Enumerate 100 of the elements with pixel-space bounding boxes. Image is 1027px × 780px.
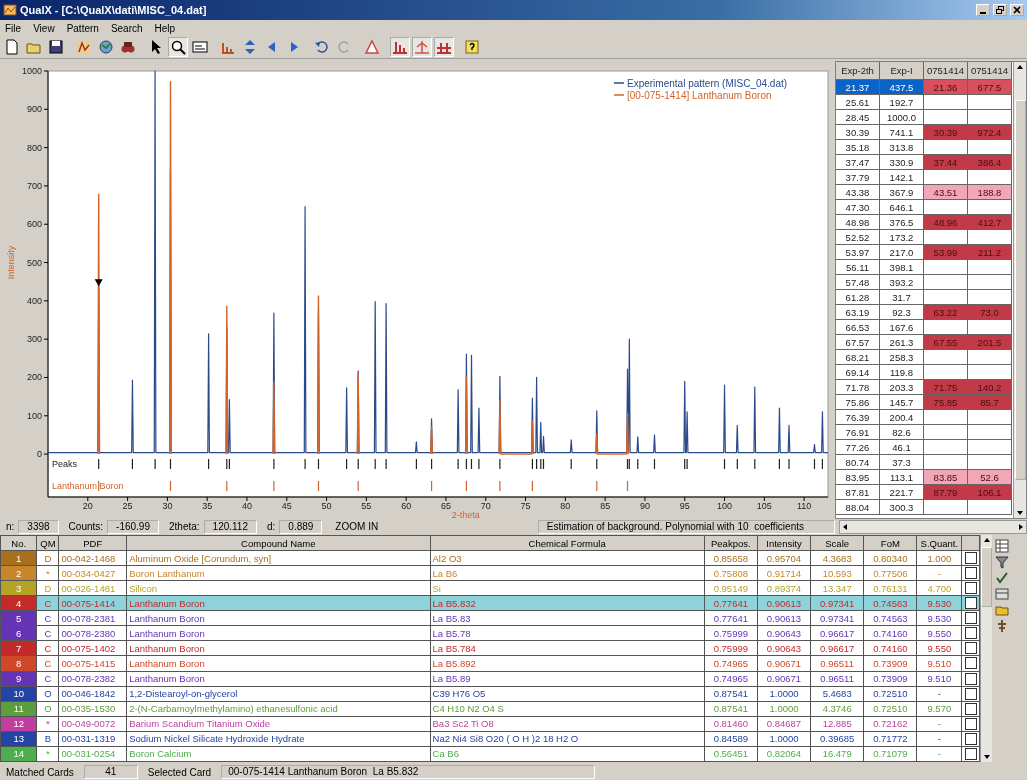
checkbox[interactable] (964, 732, 977, 745)
table-cell: 1.000 (916, 550, 962, 566)
table-cell: 0.75808 (704, 565, 758, 581)
table-cell: 437.5 (880, 80, 924, 95)
axis-tick-label: 55 (361, 501, 372, 511)
vertical-scrollbar[interactable] (980, 535, 992, 762)
zoom-button[interactable] (168, 37, 188, 57)
help-button[interactable] (462, 37, 482, 57)
table-cell: 67.57 (836, 335, 880, 350)
menu-item[interactable]: Search (110, 22, 143, 34)
peak-row-label: Peaks (52, 459, 77, 469)
table-cell: 0.91714 (757, 565, 811, 581)
table-cell (968, 95, 1012, 110)
checkbox[interactable] (964, 642, 977, 655)
column-header[interactable]: QM (37, 535, 59, 551)
column-header[interactable]: Compound Name (126, 535, 431, 551)
table-cell: 0.77641 (704, 610, 758, 626)
table-cell: 73.0 (968, 305, 1012, 320)
check-icon[interactable] (995, 571, 1009, 585)
table-cell: 2-(N-Carbamoylmethylamino) ethanesulfonic acid (126, 701, 431, 717)
checkbox[interactable] (964, 582, 977, 595)
table-cell: - (916, 686, 962, 702)
table-cell: - (916, 565, 962, 581)
y-axis-label: Intensity (6, 245, 16, 280)
column-header[interactable]: Chemical Formula (430, 535, 705, 551)
vertical-scrollbar[interactable] (1013, 62, 1026, 518)
table-cell: 0.72162 (863, 716, 917, 732)
checkbox[interactable] (964, 552, 977, 565)
pattern-icon (76, 39, 92, 55)
fit-icon (192, 39, 208, 55)
table-cell: 0.74160 (863, 625, 917, 641)
checkbox[interactable] (964, 672, 977, 685)
column-header[interactable]: Peakpos. (704, 535, 758, 551)
column-header[interactable]: S.Quant. (916, 535, 962, 551)
table-cell: 0.76131 (863, 580, 917, 596)
table-icon[interactable] (995, 587, 1009, 601)
menu-item[interactable]: View (33, 22, 55, 34)
column-header[interactable]: PDF (58, 535, 127, 551)
checkbox[interactable] (964, 612, 977, 625)
column-header[interactable]: 0751414 (968, 62, 1012, 80)
scroll-thumb[interactable] (981, 547, 992, 607)
restore-button[interactable] (993, 4, 1007, 16)
table-cell (924, 410, 968, 425)
axis-tick-label: 85 (600, 501, 611, 511)
pin-icon[interactable] (995, 619, 1009, 633)
column-header[interactable]: 0751414 (924, 62, 968, 80)
axis-tick-label: 50 (321, 501, 332, 511)
peaks-button[interactable] (412, 37, 432, 57)
horizontal-scrollbar[interactable] (839, 519, 1027, 534)
grid-icon[interactable] (995, 539, 1009, 553)
table-cell: 00-075-1415 (58, 655, 127, 671)
checkbox[interactable] (964, 597, 977, 610)
legend-label: Experimental pattern (MISC_04.dat) (627, 78, 788, 89)
table-cell: 0.71772 (863, 731, 917, 747)
table-cell: 0.39685 (810, 731, 864, 747)
column-header[interactable]: Intensity (757, 535, 811, 551)
column-header[interactable]: Exp-I (880, 62, 924, 80)
checkbox[interactable] (964, 687, 977, 700)
table-cell: 75.86 (836, 395, 880, 410)
save-button[interactable] (46, 37, 66, 57)
menu-item[interactable]: Pattern (66, 22, 99, 34)
checkbox[interactable] (964, 717, 977, 730)
table-cell: 9.550 (916, 625, 962, 641)
peak-row-label: Lanthanum Boron (52, 481, 124, 491)
checkbox[interactable] (964, 567, 977, 580)
table-cell: B (37, 731, 59, 747)
checkbox[interactable] (964, 747, 977, 760)
table-cell: 9.570 (916, 701, 962, 717)
checkbox[interactable] (964, 702, 977, 715)
table-cell: 4.3683 (810, 550, 864, 566)
axis-tick-label: 25 (122, 501, 133, 511)
table-cell: 80.74 (836, 455, 880, 470)
column-header[interactable]: FoM (863, 535, 917, 551)
table-cell: 313.8 (880, 140, 924, 155)
filter-icon[interactable] (995, 555, 1009, 569)
column-header[interactable]: Exp-2th (836, 62, 880, 80)
peaks-button[interactable] (434, 37, 454, 57)
table-cell: 25.61 (836, 95, 880, 110)
column-header[interactable]: Scale (810, 535, 864, 551)
scroll-thumb[interactable] (1014, 100, 1026, 480)
folder-icon[interactable] (995, 603, 1009, 617)
table-cell: Na2 Ni4 Si8 O20 ( O H )2 18 H2 O (430, 731, 705, 747)
table-cell: 0.72510 (863, 686, 917, 702)
table-cell: 00-075-1402 (58, 640, 127, 656)
table-cell (924, 350, 968, 365)
menu-item[interactable]: Help (154, 22, 176, 34)
save-icon (48, 39, 64, 55)
table-cell: 77.26 (836, 440, 880, 455)
legend-label: [00-075-1414] Lanthanum Boron (627, 90, 772, 101)
minimize-button[interactable] (976, 4, 990, 16)
table-cell: Lanthanum Boron (126, 671, 431, 687)
table-cell: 106.1 (968, 485, 1012, 500)
window-title: QualX - [C:\QualX\dati\MISC_04.dat] (20, 4, 207, 16)
checkbox[interactable] (964, 657, 977, 670)
close-button[interactable] (1010, 4, 1024, 16)
column-header[interactable]: No. (0, 535, 37, 551)
table-cell: 0.82064 (757, 746, 811, 762)
peaks-button[interactable] (390, 37, 410, 57)
checkbox[interactable] (964, 627, 977, 640)
menu-item[interactable]: File (5, 22, 22, 34)
